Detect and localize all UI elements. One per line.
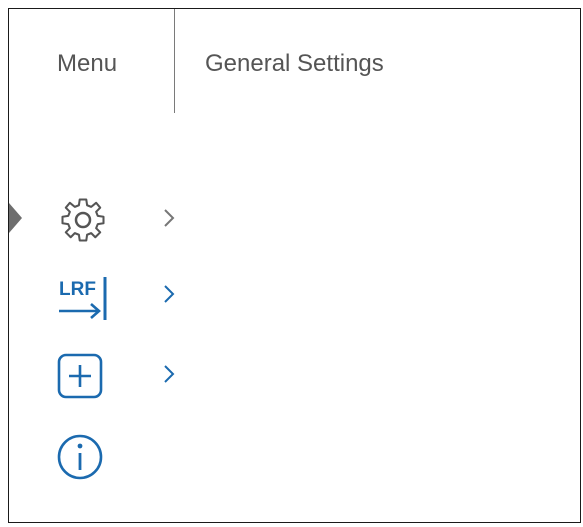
plus-box-icon xyxy=(57,353,103,399)
chevron-right-icon xyxy=(164,209,175,227)
chevron-right-icon xyxy=(164,285,175,303)
info-icon xyxy=(57,434,103,480)
page-title: General Settings xyxy=(205,50,384,77)
lrf-icon-text: LRF xyxy=(59,279,96,300)
selection-indicator xyxy=(9,203,22,233)
lrf-icon: LRF xyxy=(59,277,107,320)
chevron-right-icon xyxy=(164,365,175,383)
menu-label[interactable]: Menu xyxy=(57,50,117,78)
menu-item-add[interactable] xyxy=(49,345,209,405)
menu-item-lrf[interactable]: LRF xyxy=(49,265,209,325)
menu-item-info[interactable] xyxy=(49,425,209,485)
header-divider xyxy=(174,9,175,113)
menu-item-settings[interactable] xyxy=(49,189,209,249)
gear-icon xyxy=(61,198,105,242)
main-window: Menu General Settings LRF xyxy=(8,8,581,523)
